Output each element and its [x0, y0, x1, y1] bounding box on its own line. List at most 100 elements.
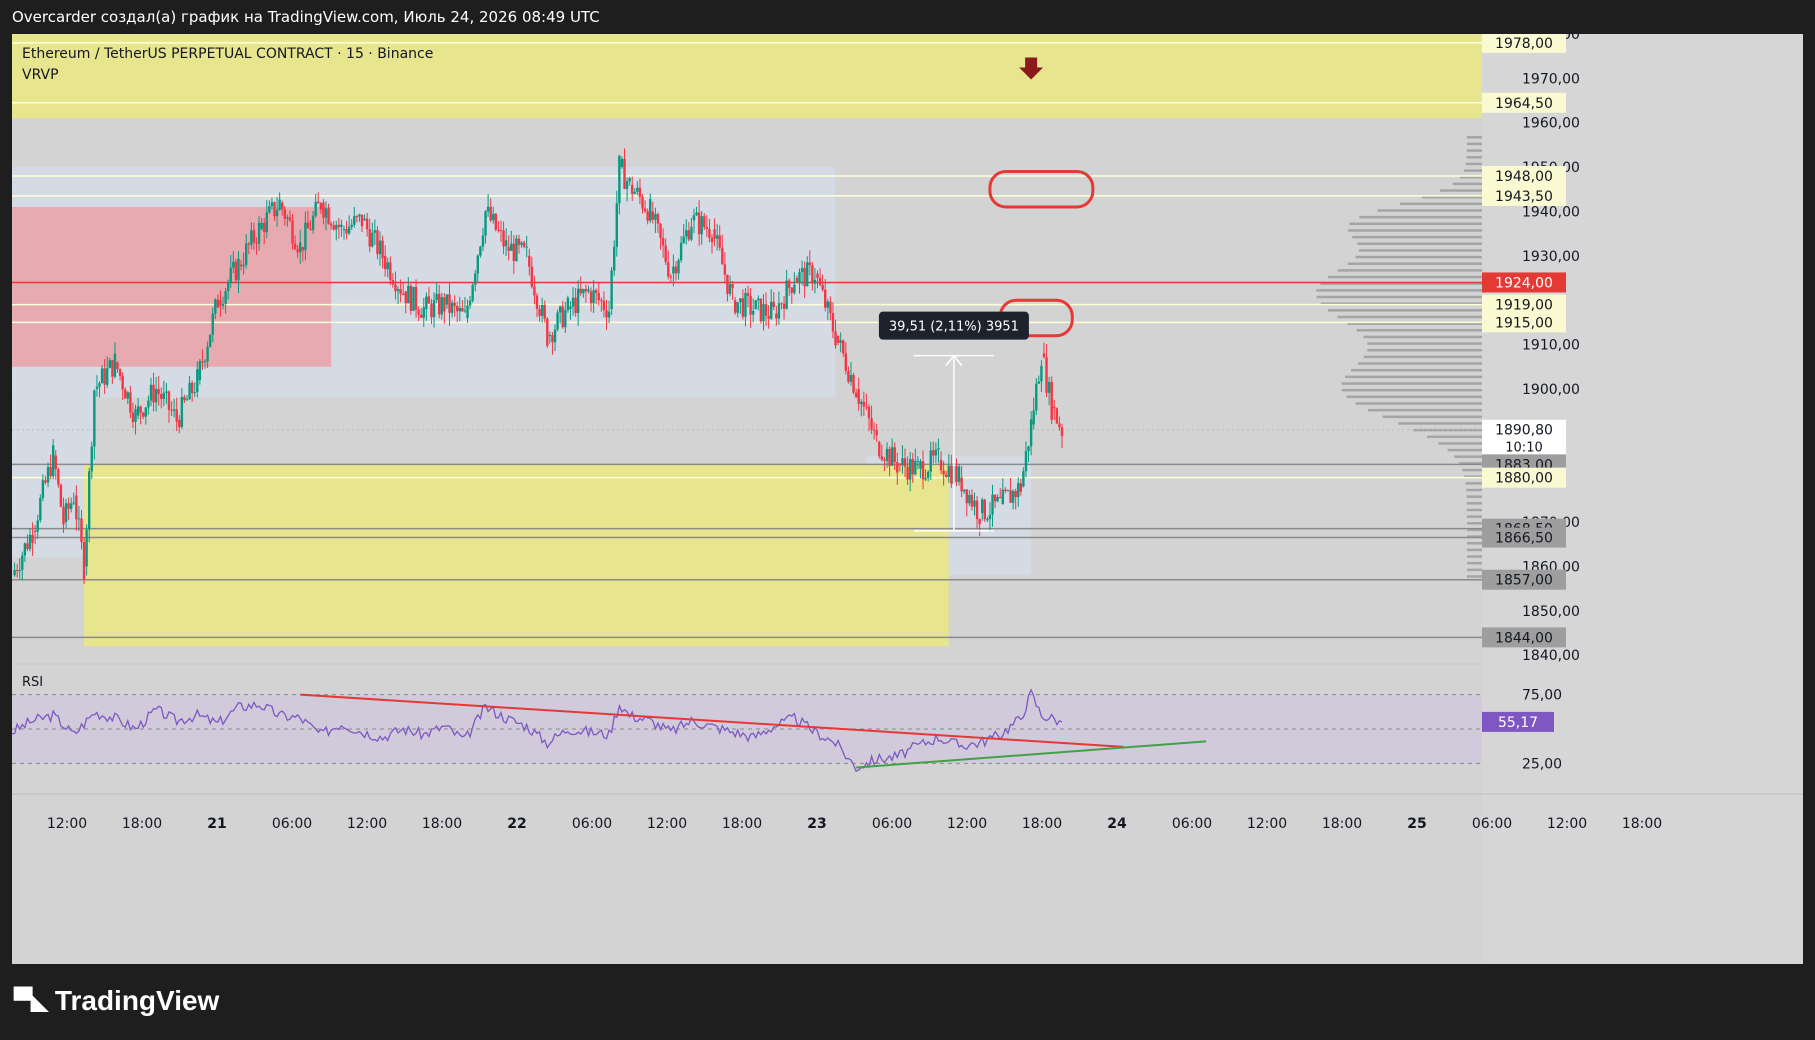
candle-body	[224, 291, 227, 304]
price-tick-label: 1840,00	[1522, 648, 1580, 664]
candle-body	[857, 388, 860, 404]
candle-body	[926, 471, 930, 478]
candle-body	[425, 296, 428, 310]
candle-body	[587, 289, 590, 292]
candle-body	[1053, 406, 1056, 409]
candle-body	[651, 211, 655, 220]
volume-profile-bar	[1363, 335, 1482, 339]
candle-body	[1029, 419, 1033, 447]
candle-body	[368, 229, 371, 247]
price-badge-label: 1866,50	[1495, 531, 1553, 547]
candle-body	[299, 242, 302, 253]
candle-body	[399, 289, 402, 294]
volume-profile-bar	[1382, 415, 1482, 419]
candle-body	[492, 213, 495, 221]
candle-body	[672, 266, 675, 274]
candle-body	[327, 208, 330, 224]
price-badge-label: 1943,50	[1495, 189, 1553, 205]
candle-body	[31, 534, 34, 543]
volume-profile-bar	[1462, 468, 1482, 472]
volume-profile-bar	[1466, 522, 1482, 525]
candle-body	[898, 464, 902, 466]
candle-body	[244, 243, 248, 265]
candle-body	[780, 303, 783, 305]
candle-body	[144, 407, 148, 417]
candle-body	[620, 158, 624, 168]
candle-body	[697, 212, 701, 235]
candle-body	[862, 401, 866, 407]
candle-body	[394, 284, 397, 292]
candle-body	[839, 340, 842, 343]
candle-body	[849, 375, 853, 382]
candle-body	[363, 218, 366, 221]
candle-body	[983, 499, 986, 520]
candle-body	[1022, 471, 1025, 487]
volume-profile-bar	[1328, 309, 1482, 312]
candle-body	[813, 279, 817, 284]
rsi-title: RSI	[22, 675, 43, 690]
volume-profile-bar	[1355, 255, 1482, 259]
candle-body	[528, 255, 531, 267]
candle-body	[988, 514, 992, 520]
candle-body	[126, 392, 130, 399]
candle-body	[829, 301, 832, 314]
candle-body	[960, 477, 963, 492]
candle-body	[232, 261, 235, 268]
candle-body	[13, 569, 16, 576]
candle-body	[322, 202, 325, 218]
candle-body	[870, 418, 873, 430]
price-badge-label: 1964,50	[1495, 96, 1553, 112]
candle-body	[775, 313, 778, 319]
candle-body	[270, 202, 274, 207]
candle-body	[103, 368, 106, 385]
symbol-label[interactable]: Ethereum / TetherUS PERPETUAL CONTRACT ·…	[22, 44, 433, 65]
tradingview-logo[interactable]: ▀◣ TradingView	[14, 985, 219, 1017]
candle-body	[659, 223, 662, 238]
time-tick-label: 22	[507, 816, 526, 832]
candle-body	[404, 291, 407, 304]
candle-body	[250, 230, 253, 245]
time-tick-label: 12:00	[1547, 816, 1587, 832]
candle-body	[533, 286, 536, 296]
candle-body	[268, 206, 271, 213]
candle-body	[502, 230, 505, 247]
candle-body	[100, 368, 104, 384]
candle-body	[844, 353, 848, 371]
candle-body	[353, 216, 356, 225]
candle-body	[461, 307, 464, 312]
candle-body	[445, 294, 449, 305]
candle-body	[664, 245, 667, 263]
volume-profile-bar	[1316, 295, 1482, 299]
price-tick-label: 1910,00	[1522, 338, 1580, 354]
candle-body	[685, 230, 688, 237]
price-chart-svg[interactable]: 39,51 (2,11%) 39511980,001970,001960,001…	[12, 34, 1803, 964]
candle-body	[901, 458, 904, 466]
candle-body	[206, 346, 209, 362]
candle-body	[77, 518, 81, 520]
candle-body	[679, 242, 683, 261]
rsi-value-label: 55,17	[1498, 715, 1538, 731]
candle-body	[389, 262, 392, 281]
candle-body	[131, 412, 135, 422]
candle-body	[106, 368, 109, 385]
volume-profile-bar	[1363, 355, 1482, 359]
candle-body	[816, 273, 819, 278]
candle-body	[21, 555, 24, 570]
volume-profile-bar	[1345, 375, 1482, 379]
candle-body	[669, 276, 673, 278]
candle-body	[800, 268, 804, 273]
indicator-label[interactable]: VRVP	[22, 65, 433, 86]
candle-body	[950, 465, 953, 484]
candle-body	[852, 375, 855, 393]
candle-body	[62, 506, 65, 525]
candle-body	[690, 226, 693, 240]
volume-profile-bar	[1337, 315, 1482, 319]
chart-area[interactable]: 39,51 (2,11%) 39511980,001970,001960,001…	[12, 34, 1803, 964]
candle-body	[386, 262, 389, 270]
candle-body	[754, 300, 757, 310]
volume-profile-bar	[1351, 368, 1482, 372]
candle-body	[391, 280, 395, 285]
volume-profile-bar	[1349, 222, 1482, 226]
candle-body	[28, 534, 32, 550]
candle-body	[154, 388, 158, 403]
